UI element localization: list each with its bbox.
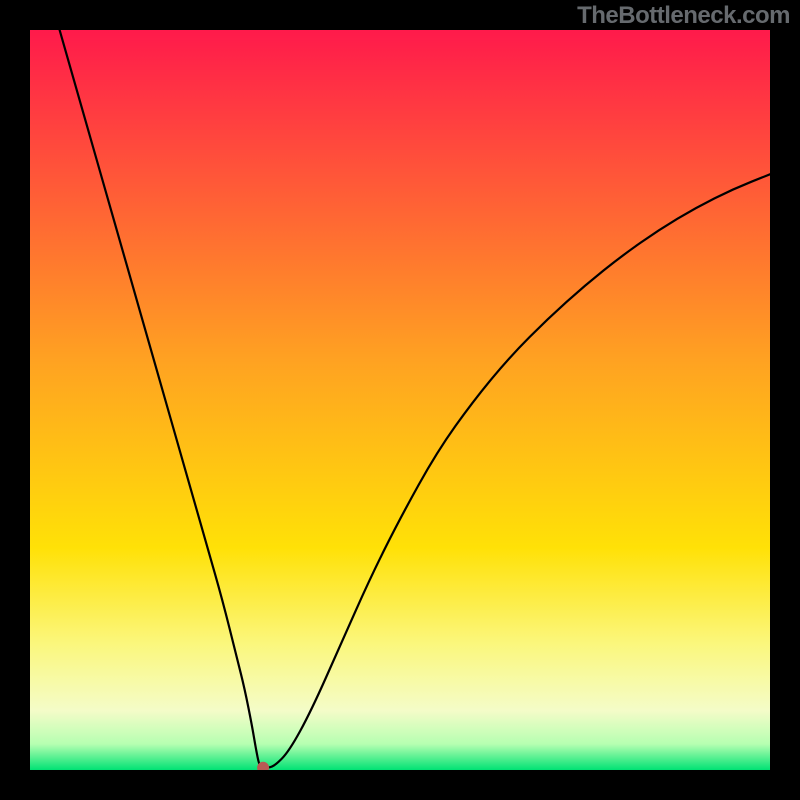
chart-frame: TheBottleneck.com <box>0 0 800 800</box>
watermark-text: TheBottleneck.com <box>577 2 790 30</box>
chart-svg <box>30 30 770 770</box>
gradient-background <box>30 30 770 770</box>
plot-area <box>30 30 770 770</box>
